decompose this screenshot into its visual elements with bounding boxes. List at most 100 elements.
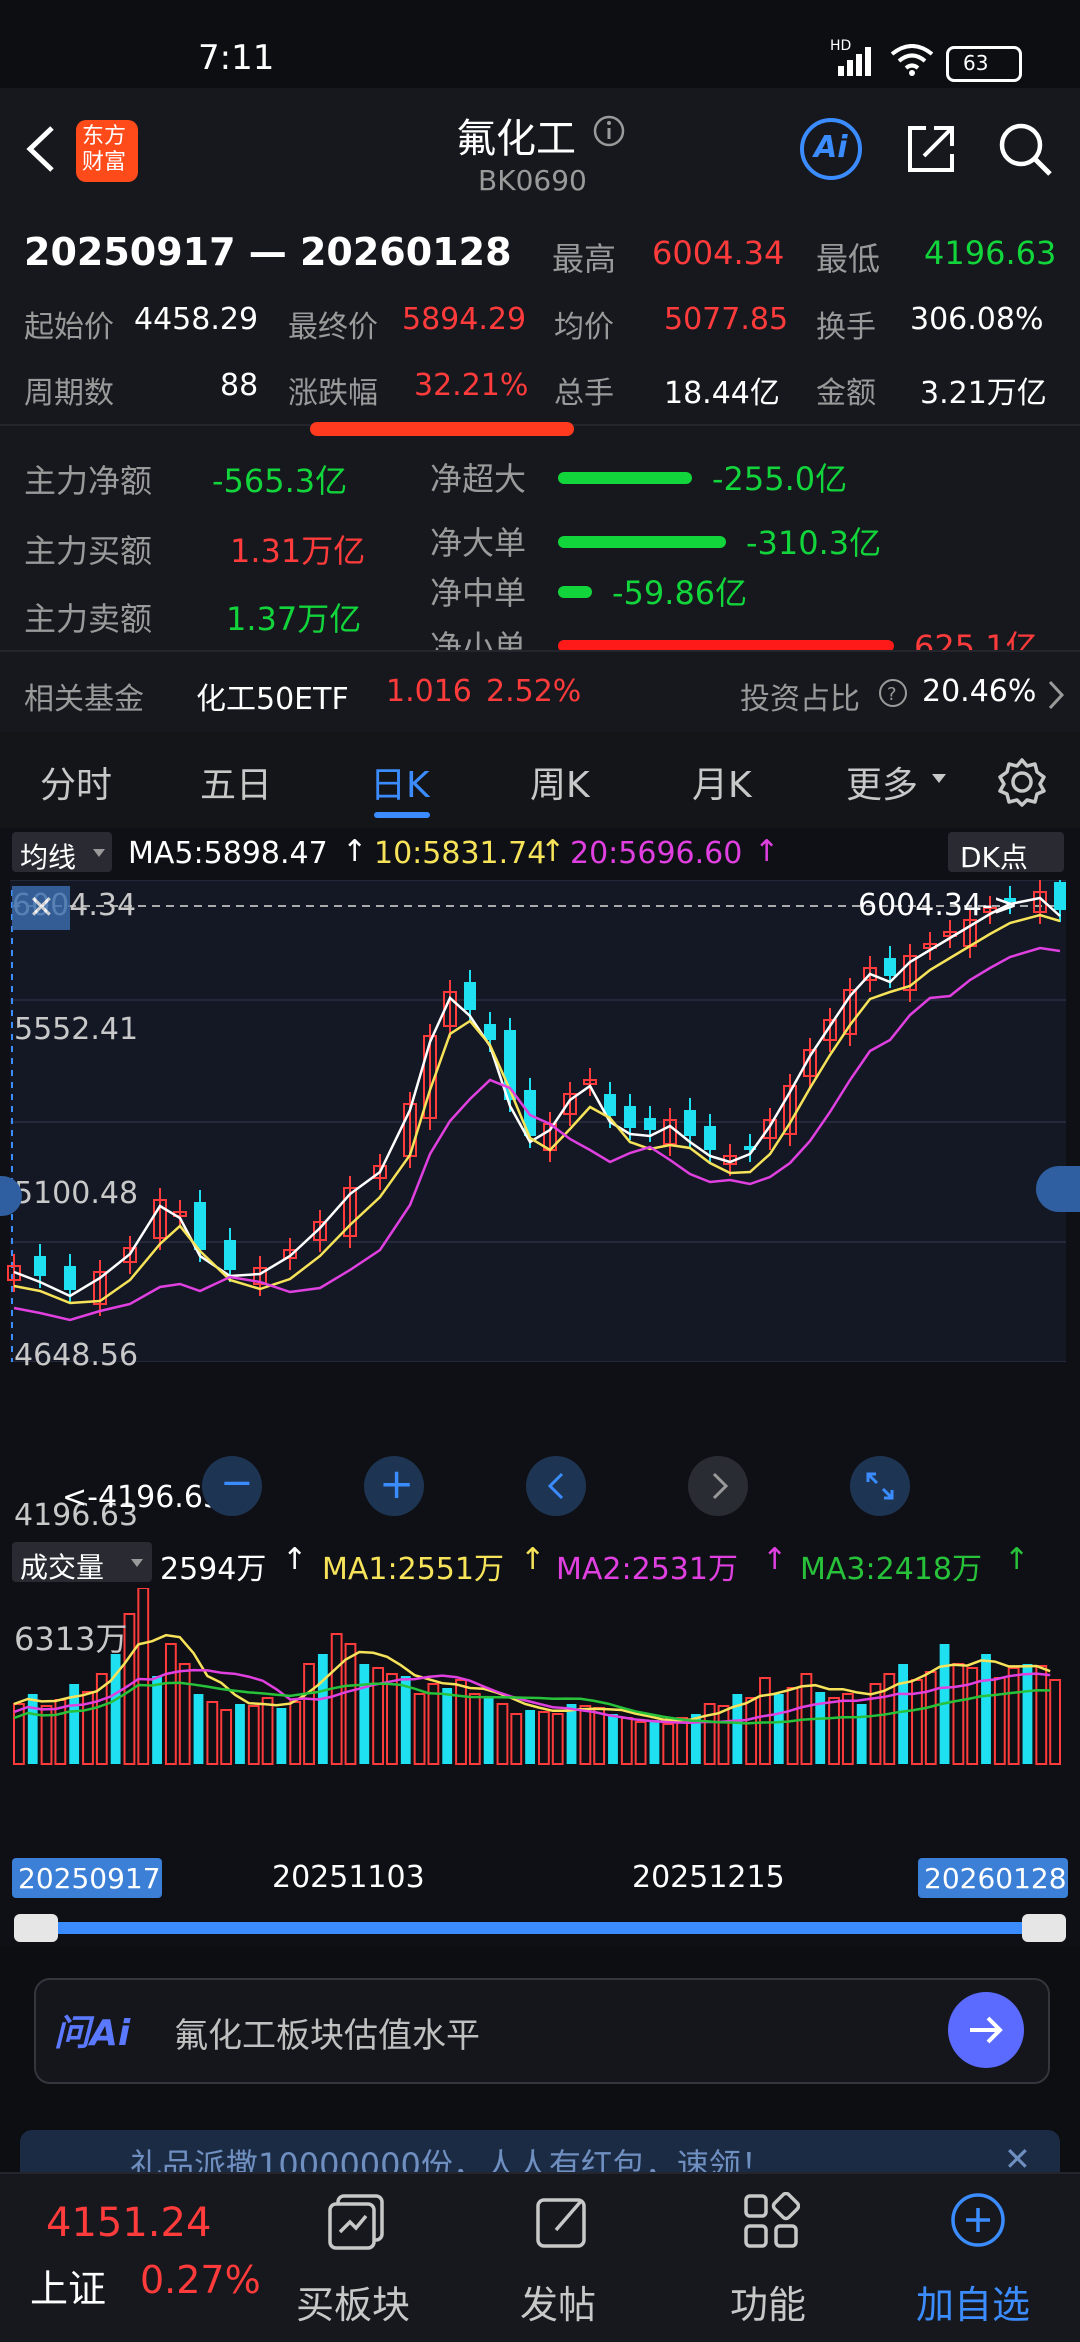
summary-panel: 20250917 — 20260128 最高 6004.34 最低 4196.6… — [0, 212, 1080, 436]
bottom-nav: 4151.24 上证 0.27% 买板块 发帖 功能 加自选 — [0, 2172, 1080, 2342]
chevron-down-icon — [93, 849, 105, 857]
high-value: 6004.34 — [652, 234, 785, 272]
close-icon: ✕ — [28, 888, 55, 926]
info-icon[interactable] — [592, 114, 626, 148]
fund-price: 1.016 — [386, 674, 472, 709]
start-label: 起始价 — [24, 310, 114, 345]
volume-selector-label: 成交量 — [20, 1551, 105, 1584]
volume-ma2-arrow: ↑ — [762, 1542, 788, 1577]
scroll-right-button[interactable] — [688, 1456, 748, 1516]
final-label: 最终价 — [288, 310, 378, 345]
back-icon[interactable] — [20, 124, 60, 174]
volume-label: 总手 — [554, 376, 614, 411]
turnover-label: 换手 — [816, 310, 876, 345]
volume-bar — [856, 1704, 867, 1764]
start-date-chip[interactable]: 20250917 — [12, 1858, 162, 1898]
tab-monthly-k[interactable]: 月K — [692, 756, 752, 808]
candle — [644, 1118, 656, 1130]
range-slider-track[interactable] — [24, 1922, 1056, 1934]
fullscreen-button[interactable] — [850, 1456, 910, 1516]
search-icon[interactable] — [996, 120, 1054, 178]
high-marker: 6004.34-> — [858, 888, 1019, 923]
help-icon[interactable]: ? — [878, 678, 908, 708]
volume-bar — [483, 1698, 494, 1764]
range-slider-start-handle[interactable] — [14, 1914, 58, 1942]
close-crosshair-button[interactable]: ✕ — [12, 886, 70, 930]
end-date: 20260128 — [924, 1862, 1067, 1895]
volume-bar — [193, 1694, 204, 1764]
high-label: 最高 — [552, 240, 617, 278]
ma10-value: 10:5831.74 — [374, 836, 547, 871]
ai-question-box[interactable]: 问Ai 氟化工板块估值水平 — [34, 1978, 1050, 2084]
app-logo: 东方 财富 — [76, 120, 138, 182]
nav-post[interactable]: 发帖 — [520, 2274, 596, 2329]
buy-label: 主力买额 — [24, 532, 153, 570]
turnover-value: 306.08% — [910, 302, 1044, 337]
flow-row-bar — [558, 472, 692, 484]
volume-bar — [276, 1708, 287, 1764]
nav-add-watchlist[interactable]: 加自选 — [916, 2274, 1030, 2329]
ai-prompt[interactable]: 氟化工板块估值水平 — [174, 2008, 480, 2057]
battery-icon: 63 — [946, 46, 1022, 82]
settings-icon[interactable] — [996, 756, 1048, 808]
tab-weekly-k[interactable]: 周K — [530, 756, 590, 808]
price-axis-label: 5100.48 — [14, 1176, 139, 1211]
chevron-left-icon — [547, 1472, 564, 1500]
candle — [624, 1106, 636, 1128]
page-title: 氟化工 — [456, 116, 576, 162]
date-label: 20251215 — [632, 1860, 785, 1895]
related-fund-row[interactable]: 相关基金 化工50ETF 1.016 2.52% 投资占比 ? 20.46% — [0, 650, 1080, 734]
end-date-chip[interactable]: 20260128 — [918, 1858, 1068, 1898]
ma5-arrow: ↑ — [342, 834, 368, 869]
capital-flow-panel: 主力净额 -565.3亿 主力买额 1.31万亿 主力卖额 1.37万亿 净超大… — [0, 424, 1080, 666]
volume-bar — [566, 1704, 577, 1764]
tab-5day[interactable]: 五日 — [200, 756, 272, 808]
tab-daily-k[interactable]: 日K — [370, 756, 430, 808]
right-drawer-handle[interactable] — [1036, 1166, 1080, 1212]
wifi-icon — [890, 44, 934, 76]
logo-line2: 财富 — [82, 150, 127, 175]
zoom-out-button[interactable]: − — [202, 1456, 262, 1516]
volume-ma2: MA2:2531万 — [556, 1552, 738, 1587]
dk-label: DK点 — [960, 841, 1028, 874]
tab-indicator — [374, 812, 430, 818]
volume-selector[interactable]: 成交量 — [12, 1542, 152, 1584]
ai-button[interactable]: Ai — [800, 118, 862, 180]
volume-bar — [525, 1710, 535, 1764]
period-tabs: 分时 五日 日K 周K 月K 更多 — [0, 732, 1080, 828]
add-icon — [951, 2193, 1005, 2247]
minus-icon: − — [220, 1460, 254, 1506]
ma-selector[interactable]: 均线 — [12, 832, 112, 874]
scroll-left-button[interactable] — [526, 1456, 586, 1516]
nav-buy-sector[interactable]: 买板块 — [296, 2274, 410, 2329]
share-icon[interactable] — [904, 122, 958, 176]
volume-bar — [400, 1676, 411, 1764]
chevron-right-icon[interactable] — [1046, 680, 1066, 710]
index-value[interactable]: 4151.24 — [46, 2200, 211, 2246]
range-slider-end-handle[interactable] — [1022, 1914, 1066, 1942]
plus-icon: + — [379, 1459, 415, 1508]
ai-submit-button[interactable] — [948, 1992, 1024, 2068]
chevron-down-icon — [932, 774, 946, 783]
start-date: 20250917 — [18, 1862, 161, 1895]
change-value: 32.21% — [414, 368, 529, 403]
status-bar: 7:11 HD 63 — [0, 0, 1080, 88]
volume-bar — [981, 1654, 991, 1764]
tab-more[interactable]: 更多 — [846, 756, 918, 808]
zoom-in-button[interactable]: + — [364, 1456, 424, 1516]
avg-value: 5077.85 — [664, 302, 789, 337]
volume-current: 2594万 — [160, 1552, 267, 1587]
expand-icon — [866, 1472, 894, 1500]
tab-intraday[interactable]: 分时 — [40, 756, 112, 808]
index-name[interactable]: 上证 — [30, 2258, 106, 2313]
kline-chart[interactable] — [0, 880, 1080, 1362]
dk-point-button[interactable]: DK点 — [948, 832, 1064, 874]
fund-name[interactable]: 化工50ETF — [196, 674, 349, 718]
candle — [704, 1126, 716, 1150]
volume-bar — [359, 1664, 370, 1764]
ma20-arrow: ↑ — [754, 834, 780, 869]
volume-chart[interactable] — [0, 1588, 1080, 1778]
nav-functions[interactable]: 功能 — [730, 2274, 806, 2329]
volume-value: 18.44亿 — [664, 376, 780, 411]
kline-chart-area[interactable]: 均线 MA5:5898.47 ↑ 10:5831.74 ↑ 20:5696.60… — [0, 828, 1080, 1946]
